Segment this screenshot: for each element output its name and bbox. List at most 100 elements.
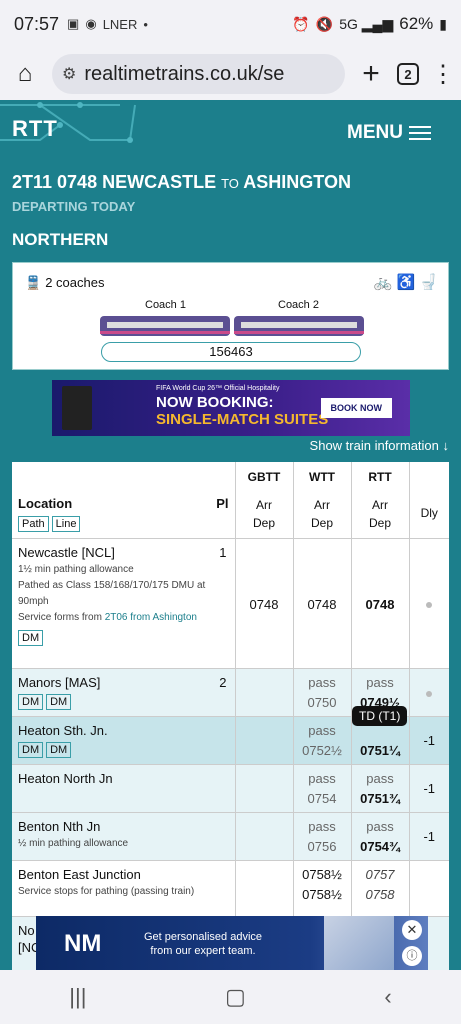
- wtt-arr: pass: [308, 770, 336, 786]
- location-name[interactable]: Benton Nth Jn: [18, 819, 229, 834]
- gallery-icon: ▣: [67, 16, 80, 31]
- gbtt-header: GBTT Arr Dep: [235, 462, 294, 539]
- location-cell: Benton Nth Jn ½ min pathing allowance: [12, 812, 236, 861]
- rtt-arr: 0757: [365, 866, 395, 882]
- status-bar: 07:57 ▣ ◉ LNER • ⏰ 🔇 5G ▂▄▆ 62% ▮: [0, 0, 461, 48]
- dly-label: Dly: [420, 506, 438, 520]
- platform-number: 1: [219, 544, 227, 560]
- rtt-arr: pass: [366, 770, 394, 786]
- advert-banner-bottom[interactable]: NM Get personalised advice from our expe…: [36, 916, 428, 970]
- line-tag: DM: [46, 741, 72, 758]
- trophy-badge: [62, 386, 92, 430]
- wheelchair-icon: ♿: [396, 274, 416, 291]
- toilet-icon: 🚽: [419, 274, 438, 291]
- to-word: TO: [221, 176, 239, 191]
- service-destination: ASHINGTON: [243, 172, 351, 192]
- advert-banner-top[interactable]: FIFA World Cup 26™ Official Hospitality …: [52, 380, 410, 436]
- wtt-cell: pass 0750: [293, 668, 352, 717]
- rtt-label: RTT: [368, 470, 392, 484]
- gbtt-label: GBTT: [247, 470, 281, 484]
- delay-cell: [409, 860, 449, 917]
- rtt-cell: 0757 0758: [351, 860, 410, 917]
- back-icon[interactable]: ‹: [384, 984, 391, 1010]
- delay-cell: [409, 538, 449, 669]
- table-row[interactable]: Benton East Junction Service stops for p…: [12, 860, 449, 917]
- service-forms-prefix: Service forms from: [18, 611, 105, 623]
- formation-card: 🚆 2 coaches 🚲 ♿ 🚽 Coach 1 Coach 2 156463: [12, 262, 449, 370]
- mute-icon: 🔇: [315, 15, 334, 32]
- ad-info-icon[interactable]: ⓘ: [402, 946, 422, 966]
- wtt-dep: 0752½: [302, 742, 342, 758]
- gbtt-cell: [235, 668, 294, 717]
- rtt-cell: pass 0754¾: [351, 812, 410, 861]
- recent-apps-icon[interactable]: |||: [69, 984, 86, 1010]
- location-cell: Benton East Junction Service stops for p…: [12, 860, 236, 917]
- path-tag: DM: [18, 741, 44, 758]
- location-name[interactable]: Benton East Junction: [18, 867, 229, 882]
- wtt-cell: 0748: [293, 538, 352, 669]
- gbtt-cell: [235, 764, 294, 813]
- home-nav-icon[interactable]: ▢: [225, 984, 246, 1010]
- lner-icon: LNER: [102, 16, 138, 32]
- location-cell: Heaton North Jn: [12, 764, 236, 813]
- chrome-icon: ◉: [85, 16, 97, 31]
- home-icon[interactable]: ⌂: [10, 60, 40, 88]
- address-bar[interactable]: ⚙ realtimetrains.co.uk/se: [52, 54, 345, 94]
- arr-label: Arr: [314, 498, 330, 512]
- show-train-info-link[interactable]: Show train information ↓: [310, 438, 449, 453]
- ad-line1: Get personalised advice: [144, 931, 263, 943]
- ad-small-text: FIFA World Cup 26™ Official Hospitality: [156, 385, 280, 392]
- location-name[interactable]: Heaton North Jn: [18, 771, 229, 786]
- new-tab-icon[interactable]: +: [357, 57, 385, 91]
- url-text[interactable]: realtimetrains.co.uk/se: [84, 63, 284, 86]
- operator-name: NORTHERN: [12, 230, 109, 249]
- menu-label: MENU: [347, 122, 403, 143]
- ad-close-icon[interactable]: ✕: [402, 920, 422, 940]
- td-tooltip: TD (T1): [352, 706, 408, 726]
- wtt-cell: 0758½ 0758½: [293, 860, 352, 917]
- gbtt-cell: [235, 860, 294, 917]
- table-row[interactable]: Heaton North Jn pass 0754 pass 0751¾ -1: [12, 764, 449, 813]
- rtt-logo[interactable]: RTT: [12, 116, 58, 142]
- service-origin: 2T11 0748 NEWCASTLE: [12, 172, 217, 192]
- gbtt-cell: [235, 716, 294, 765]
- gbtt-cell: 0748: [235, 538, 294, 669]
- service-forms-link[interactable]: 2T06 from Ashington: [105, 612, 197, 623]
- path-toggle[interactable]: Path: [18, 516, 49, 532]
- rtt-cell: pass 0751¾: [351, 764, 410, 813]
- rtt-header: RTT Arr Dep: [351, 462, 410, 539]
- path-tag: DM: [18, 693, 44, 710]
- service-title: 2T11 0748 NEWCASTLE TO ASHINGTON: [0, 162, 461, 193]
- gbtt-time: 0748: [249, 597, 279, 612]
- wtt-arr: pass: [308, 674, 336, 690]
- book-now-button[interactable]: BOOK NOW: [320, 398, 392, 418]
- delay-cell: -1: [409, 716, 449, 765]
- delay-cell: [409, 668, 449, 717]
- bicycle-icon: 🚲: [373, 274, 393, 291]
- more-options-icon[interactable]: ⋮: [431, 60, 455, 89]
- on-time-dot: [426, 690, 433, 697]
- coach-count-label: 2 coaches: [45, 275, 105, 290]
- train-icon: 🚆: [25, 275, 42, 290]
- unit-number[interactable]: 156463: [101, 342, 361, 362]
- rtt-arr: pass: [366, 674, 394, 690]
- table-row[interactable]: Benton Nth Jn ½ min pathing allowance pa…: [12, 812, 449, 861]
- line-toggle[interactable]: Line: [51, 516, 81, 532]
- rtt-dep: 0758: [365, 886, 395, 902]
- line-tag: DM: [18, 629, 44, 646]
- wtt-cell: pass 0756: [293, 812, 352, 861]
- location-name[interactable]: Newcastle [NCL]: [18, 545, 229, 560]
- delay-cell: -1: [409, 764, 449, 813]
- tab-switcher-button[interactable]: 2: [397, 63, 419, 85]
- location-name[interactable]: Heaton Sth. Jn.: [18, 723, 229, 738]
- table-row[interactable]: Newcastle [NCL] 1 1½ min pathing allowan…: [12, 538, 449, 669]
- platform-number: 2: [219, 674, 227, 690]
- menu-button[interactable]: MENU: [347, 122, 431, 144]
- row-note: ½ min pathing allowance: [18, 837, 129, 849]
- location-name[interactable]: Manors [MAS]: [18, 675, 229, 690]
- ad-subheadline: SINGLE-MATCH SUITES: [156, 411, 329, 428]
- arr-label: Arr: [256, 498, 272, 512]
- wtt-time: 0748: [307, 597, 337, 612]
- alarm-icon: ⏰: [292, 15, 310, 32]
- site-settings-icon[interactable]: ⚙: [62, 64, 76, 84]
